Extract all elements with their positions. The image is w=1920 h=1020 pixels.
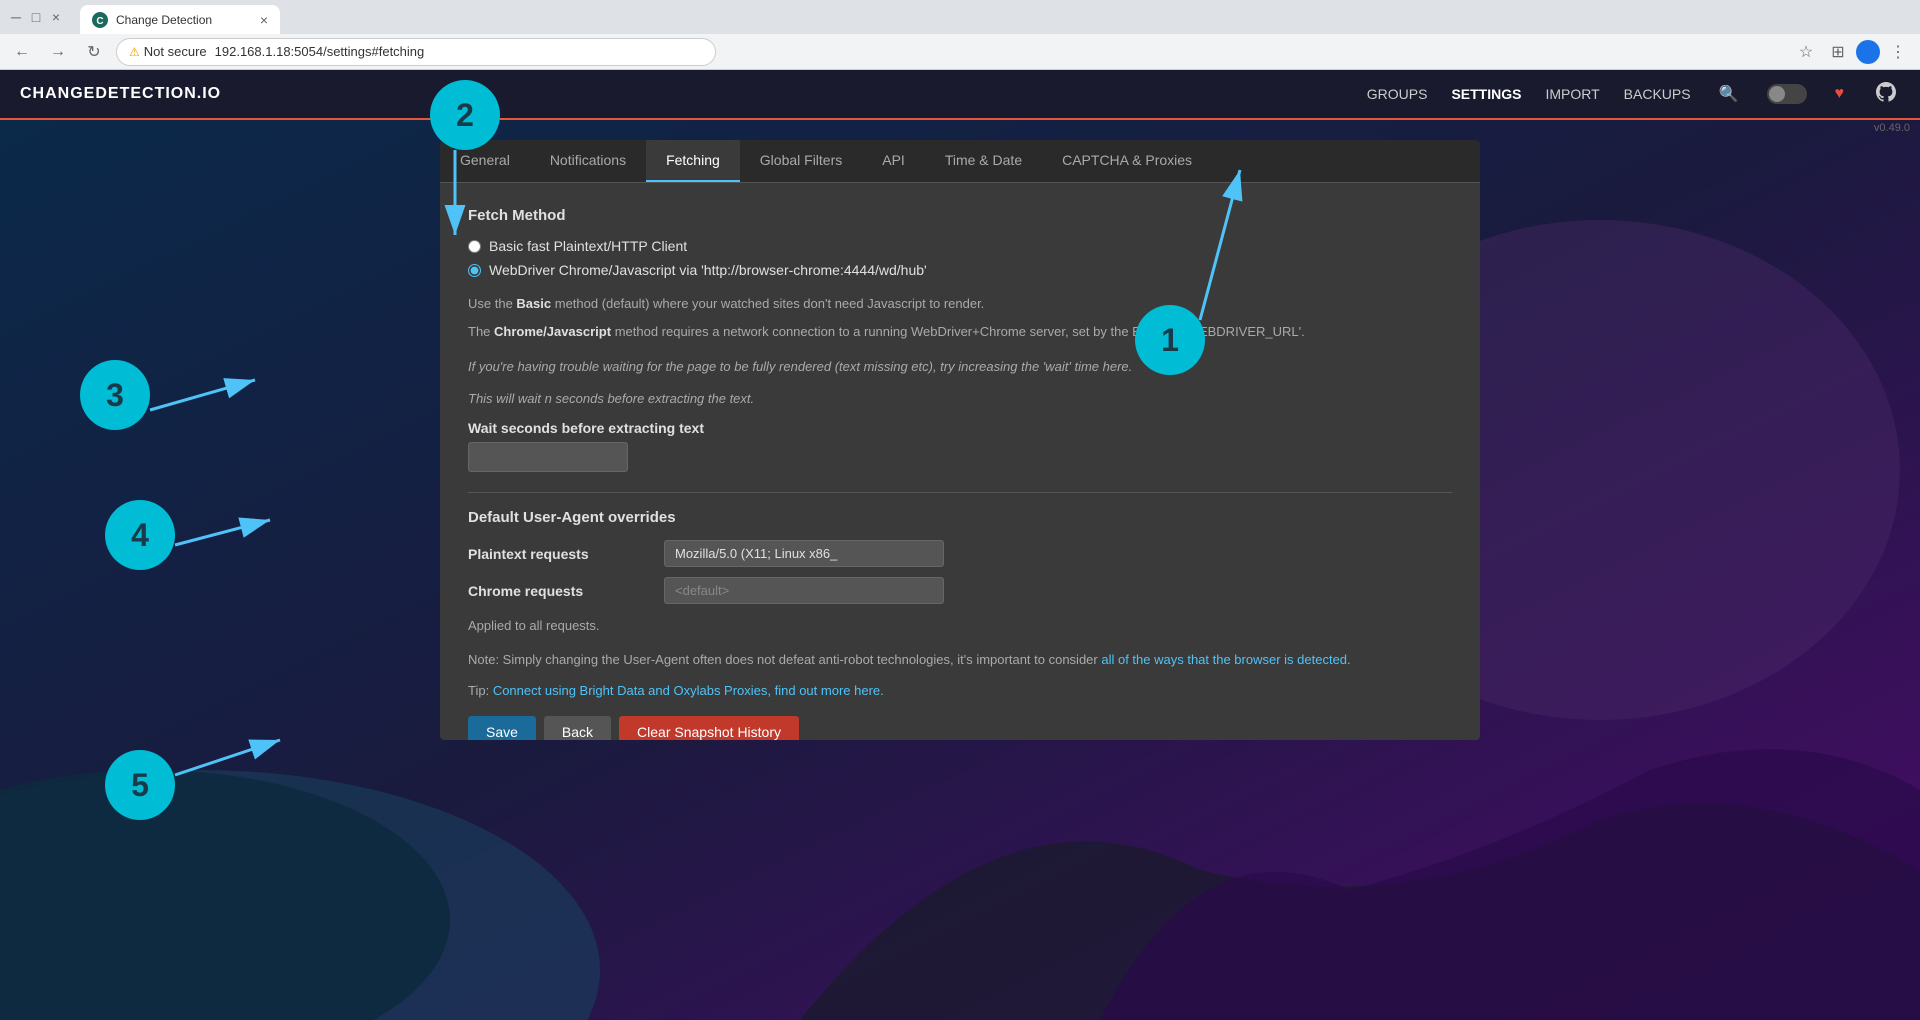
settings-tabs: General Notifications Fetching Global Fi… xyxy=(440,140,1480,183)
heart-button[interactable]: ♥ xyxy=(1831,85,1849,103)
clear-snapshot-button[interactable]: Clear Snapshot History xyxy=(619,716,799,740)
back-nav-button[interactable]: ← xyxy=(8,38,36,66)
annotation-4-label: 4 xyxy=(131,517,149,554)
browser-actions: ☆ ⊞ ⋮ xyxy=(1792,38,1912,66)
tab-favicon: C xyxy=(92,12,108,28)
wait-label: Wait seconds before extracting text xyxy=(468,420,1452,436)
minimize-button[interactable]: ─ xyxy=(8,9,24,25)
tab-fetching[interactable]: Fetching xyxy=(646,140,740,182)
security-icon: ⚠ xyxy=(129,45,140,59)
italic-note-1: If you're having trouble waiting for the… xyxy=(468,357,1452,377)
note-text: Note: Simply changing the User-Agent oft… xyxy=(468,650,1452,670)
tab-bar: C Change Detection × xyxy=(72,0,288,35)
browser-tab[interactable]: C Change Detection × xyxy=(80,5,280,35)
annotation-4: 4 xyxy=(105,500,175,570)
fetch-method-radio-group: Basic fast Plaintext/HTTP Client WebDriv… xyxy=(468,238,1452,278)
fetch-method-title: Fetch Method xyxy=(468,207,1452,224)
nav-backups[interactable]: BACKUPS xyxy=(1624,86,1691,102)
address-bar[interactable]: ⚠ Not secure 192.168.1.18:5054/settings#… xyxy=(116,38,716,66)
tab-close-icon[interactable]: × xyxy=(260,12,268,28)
browser-titlebar: ─ □ × C Change Detection × xyxy=(0,0,1920,34)
radio-basic[interactable]: Basic fast Plaintext/HTTP Client xyxy=(468,238,1452,254)
help-chrome-text: The Chrome/Javascript method requires a … xyxy=(468,322,1452,342)
radio-basic-label: Basic fast Plaintext/HTTP Client xyxy=(489,238,687,254)
tip-link[interactable]: Connect using Bright Data and Oxylabs Pr… xyxy=(493,683,884,698)
wait-section: If you're having trouble waiting for the… xyxy=(468,357,1452,472)
annotation-5-label: 5 xyxy=(131,767,149,804)
browser-chrome: ─ □ × C Change Detection × ← → ↻ ⚠ Not s… xyxy=(0,0,1920,70)
extensions-button[interactable]: ⊞ xyxy=(1824,38,1852,66)
annotation-5: 5 xyxy=(105,750,175,820)
back-button[interactable]: Back xyxy=(544,716,611,740)
settings-body: Fetch Method Basic fast Plaintext/HTTP C… xyxy=(440,183,1480,740)
nav-links: GROUPS SETTINGS IMPORT BACKUPS 🔍 ♥ xyxy=(1367,82,1900,107)
help-basic-text: Use the Basic method (default) where you… xyxy=(468,294,1452,314)
nav-import[interactable]: IMPORT xyxy=(1545,86,1599,102)
nav-groups[interactable]: GROUPS xyxy=(1367,86,1428,102)
ua-plaintext-input[interactable] xyxy=(664,540,944,567)
menu-button[interactable]: ⋮ xyxy=(1884,38,1912,66)
save-button[interactable]: Save xyxy=(468,716,536,740)
annotation-2: 2 xyxy=(430,80,500,150)
theme-toggle[interactable] xyxy=(1767,84,1807,104)
app-container: CHANGEDETECTION.IO GROUPS SETTINGS IMPOR… xyxy=(0,70,1920,1020)
applied-note: Applied to all requests. xyxy=(468,616,1452,636)
ua-grid: Plaintext requests Chrome requests xyxy=(468,540,1452,604)
nav-settings[interactable]: SETTINGS xyxy=(1451,86,1521,102)
maximize-button[interactable]: □ xyxy=(28,9,44,25)
tab-time-date[interactable]: Time & Date xyxy=(925,140,1042,182)
divider-1 xyxy=(468,492,1452,493)
tab-notifications[interactable]: Notifications xyxy=(530,140,646,182)
bookmark-button[interactable]: ☆ xyxy=(1792,38,1820,66)
ua-chrome-label: Chrome requests xyxy=(468,583,648,599)
tab-api[interactable]: API xyxy=(862,140,925,182)
main-content: General Notifications Fetching Global Fi… xyxy=(0,120,1920,1020)
ua-chrome-input[interactable] xyxy=(664,577,944,604)
annotation-1: 1 xyxy=(1135,305,1205,375)
address-security-label: Not secure xyxy=(144,44,207,59)
tab-title: Change Detection xyxy=(116,13,212,27)
settings-panel: General Notifications Fetching Global Fi… xyxy=(440,140,1480,740)
annotation-3-label: 3 xyxy=(106,377,124,414)
annotation-1-label: 1 xyxy=(1161,322,1179,359)
wait-seconds-input[interactable]: 5 xyxy=(468,442,628,472)
annotation-3: 3 xyxy=(80,360,150,430)
forward-nav-button[interactable]: → xyxy=(44,38,72,66)
close-button[interactable]: × xyxy=(48,9,64,25)
profile-avatar[interactable] xyxy=(1856,40,1880,64)
action-buttons: Save Back Clear Snapshot History xyxy=(468,716,1452,740)
svg-text:C: C xyxy=(96,16,103,27)
annotation-2-label: 2 xyxy=(456,97,474,134)
italic-note-2: This will wait n seconds before extracti… xyxy=(468,389,1452,409)
search-button[interactable]: 🔍 xyxy=(1715,84,1743,104)
github-button[interactable] xyxy=(1872,82,1900,107)
tip-text: Tip: Connect using Bright Data and Oxyla… xyxy=(468,683,1452,698)
radio-webdriver-input[interactable] xyxy=(468,264,481,277)
tab-captcha-proxies[interactable]: CAPTCHA & Proxies xyxy=(1042,140,1212,182)
radio-webdriver-label: WebDriver Chrome/Javascript via 'http://… xyxy=(489,262,927,278)
radio-basic-input[interactable] xyxy=(468,240,481,253)
radio-webdriver[interactable]: WebDriver Chrome/Javascript via 'http://… xyxy=(468,262,1452,278)
brand-logo: CHANGEDETECTION.IO xyxy=(20,85,221,103)
browser-controls: ─ □ × xyxy=(8,9,64,25)
toggle-knob xyxy=(1769,86,1785,102)
address-url: 192.168.1.18:5054/settings#fetching xyxy=(215,44,425,59)
version-badge: v0.49.0 xyxy=(1874,122,1910,134)
address-bar-row: ← → ↻ ⚠ Not secure 192.168.1.18:5054/set… xyxy=(0,34,1920,70)
brand-change: CHANGEDETECTION.IO xyxy=(20,85,221,102)
tab-global-filters[interactable]: Global Filters xyxy=(740,140,862,182)
ua-plaintext-label: Plaintext requests xyxy=(468,546,648,562)
navbar: CHANGEDETECTION.IO GROUPS SETTINGS IMPOR… xyxy=(0,70,1920,120)
ua-section-title: Default User-Agent overrides xyxy=(468,509,1452,526)
refresh-button[interactable]: ↻ xyxy=(80,38,108,66)
note-link[interactable]: all of the ways that the browser is dete… xyxy=(1101,652,1347,667)
